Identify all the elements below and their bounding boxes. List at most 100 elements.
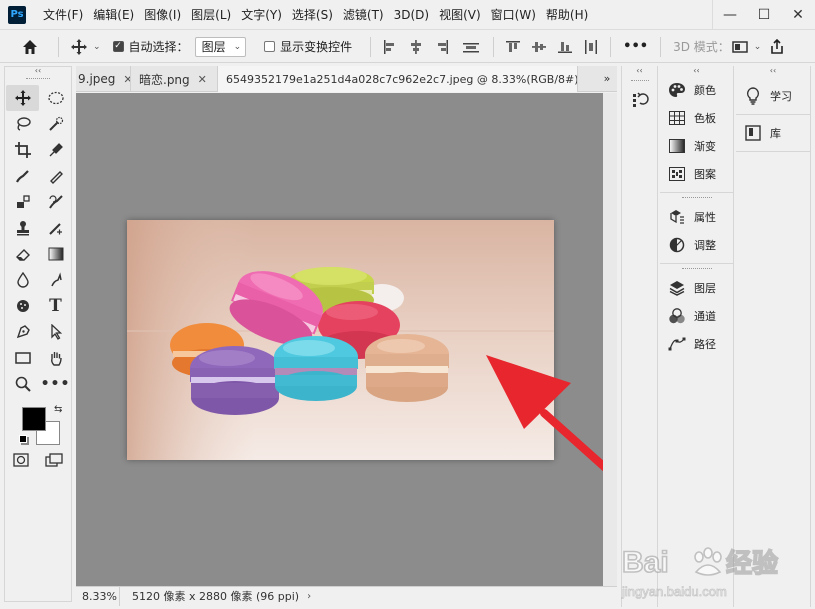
panel-grip[interactable]	[660, 264, 733, 274]
panel-libraries[interactable]: 库	[736, 119, 810, 147]
3d-camera-icon[interactable]	[732, 40, 748, 54]
chevron-down-icon[interactable]: ⌄	[754, 42, 762, 52]
swap-colors-icon[interactable]: ⇆	[54, 404, 62, 415]
pen-tool[interactable]	[6, 319, 39, 345]
quick-selection-tool[interactable]	[39, 111, 72, 137]
move-tool[interactable]	[6, 85, 39, 111]
gradient-tool[interactable]	[39, 241, 72, 267]
share-icon[interactable]	[769, 38, 785, 55]
history-brush-tool[interactable]	[39, 189, 72, 215]
menu-layer[interactable]: 图层(L)	[186, 0, 236, 30]
separator	[370, 36, 372, 57]
show-transform-checkbox[interactable]	[264, 41, 276, 52]
panel-grip[interactable]	[5, 75, 71, 83]
menu-filter[interactable]: 滤镜(T)	[338, 0, 389, 30]
panel-learn[interactable]: 学习	[736, 82, 810, 110]
panel-paths[interactable]: 路径	[660, 330, 733, 358]
tab-label: 9.jpeg	[78, 72, 116, 86]
panel-grip[interactable]	[660, 193, 733, 203]
menu-3d[interactable]: 3D(D)	[389, 0, 434, 30]
align-bottom-icon[interactable]	[558, 40, 573, 54]
panel-channels[interactable]: 通道	[660, 302, 733, 330]
vertical-scrollbar[interactable]	[603, 93, 617, 586]
panel-patterns[interactable]: 图案	[660, 160, 733, 188]
screen-mode-icon[interactable]	[45, 453, 63, 467]
tab-overflow-button[interactable]: »	[597, 66, 617, 91]
chevron-down-icon[interactable]: ⌄	[93, 42, 101, 52]
close-icon[interactable]: ✕	[123, 73, 130, 86]
minimize-button[interactable]: —	[713, 0, 747, 30]
eraser-tool[interactable]	[6, 241, 39, 267]
document-tab[interactable]: 暗恋.png ✕	[131, 66, 218, 92]
status-menu-arrow-icon[interactable]: ›	[307, 591, 311, 602]
panel-label: 色板	[694, 112, 716, 125]
auto-select-checkbox[interactable]	[112, 41, 124, 52]
chevron-down-icon: ⌄	[233, 41, 242, 52]
menu-bar: Ps 文件(F) 编辑(E) 图像(I) 图层(L) 文字(Y) 选择(S) 滤…	[0, 0, 815, 30]
close-icon[interactable]: ✕	[198, 73, 207, 86]
menu-file[interactable]: 文件(F)	[38, 0, 88, 30]
healing-brush-tool[interactable]	[6, 163, 39, 189]
show-transform-toggle[interactable]: 显示变换控件	[264, 38, 352, 55]
distribute-icon[interactable]	[463, 40, 480, 54]
align-top-icon[interactable]	[506, 40, 521, 54]
collapse-arrows-icon[interactable]: ‹‹	[736, 66, 810, 76]
menu-help[interactable]: 帮助(H)	[541, 0, 593, 30]
menu-window[interactable]: 窗口(W)	[486, 0, 541, 30]
zoom-tool[interactable]	[6, 371, 39, 397]
sponge-tool[interactable]	[6, 293, 39, 319]
panel-layers[interactable]: 图层	[660, 274, 733, 302]
menu-select[interactable]: 选择(S)	[287, 0, 338, 30]
align-left-icon[interactable]	[383, 39, 397, 54]
document-tab[interactable]: 9.jpeg ✕	[76, 66, 131, 92]
smudge-tool[interactable]	[39, 267, 72, 293]
type-tool[interactable]: T	[39, 293, 72, 319]
panel-properties[interactable]: 属性	[660, 203, 733, 231]
menu-type[interactable]: 文字(Y)	[236, 0, 287, 30]
canvas[interactable]	[76, 93, 603, 586]
panel-color[interactable]: 颜色	[660, 76, 733, 104]
document-tab-active[interactable]: 6549352179e1a251d4a028c7c962e2c7.jpeg @ …	[218, 66, 578, 92]
auto-select-dropdown[interactable]: 图层 ⌄	[194, 36, 247, 57]
panel-grip[interactable]	[622, 76, 657, 86]
separator	[660, 36, 662, 57]
move-tool-icon[interactable]: ⌄	[65, 31, 107, 63]
brush-tool[interactable]	[39, 163, 72, 189]
window-controls: — ☐ ✕	[712, 0, 815, 30]
more-options-icon[interactable]: •••	[623, 39, 648, 54]
eyedropper-tool[interactable]	[39, 137, 72, 163]
panel-swatches[interactable]: 色板	[660, 104, 733, 132]
history-icon[interactable]	[622, 86, 657, 114]
quick-mask-icon[interactable]	[13, 453, 29, 467]
lasso-tool[interactable]	[6, 111, 39, 137]
menu-view[interactable]: 视图(V)	[434, 0, 486, 30]
mixer-brush-tool[interactable]	[39, 215, 72, 241]
maximize-button[interactable]: ☐	[747, 0, 781, 30]
close-button[interactable]: ✕	[781, 0, 815, 30]
collapse-arrows-icon[interactable]: ‹‹	[660, 66, 733, 76]
path-selection-tool[interactable]	[39, 319, 72, 345]
auto-select-toggle[interactable]: 自动选择：	[112, 38, 189, 55]
align-vcenter-icon[interactable]	[532, 40, 547, 54]
menu-image[interactable]: 图像(I)	[139, 0, 186, 30]
panel-gradients[interactable]: 渐变	[660, 132, 733, 160]
foreground-color-swatch[interactable]	[22, 407, 46, 431]
stamp-tool[interactable]	[6, 215, 39, 241]
more-tools-icon[interactable]: •••	[39, 371, 72, 397]
blur-tool[interactable]	[6, 267, 39, 293]
elliptical-marquee-tool[interactable]	[39, 85, 72, 111]
zoom-field[interactable]: 8.33%	[76, 586, 120, 606]
hand-tool[interactable]	[39, 345, 72, 371]
align-right-icon[interactable]	[435, 39, 449, 54]
menu-edit[interactable]: 编辑(E)	[88, 0, 139, 30]
default-colors-icon[interactable]	[19, 435, 27, 443]
home-icon[interactable]	[0, 31, 52, 63]
panel-adjustments[interactable]: 调整	[660, 231, 733, 259]
distribute-v-icon[interactable]	[584, 39, 598, 54]
align-hcenter-icon[interactable]	[409, 39, 423, 54]
collapse-arrows-icon[interactable]: ‹‹	[5, 67, 71, 75]
crop-tool[interactable]	[6, 137, 39, 163]
collapse-arrows-icon[interactable]: ‹‹	[622, 66, 657, 76]
rectangle-tool[interactable]	[6, 345, 39, 371]
clone-stamp-tool[interactable]	[6, 189, 39, 215]
